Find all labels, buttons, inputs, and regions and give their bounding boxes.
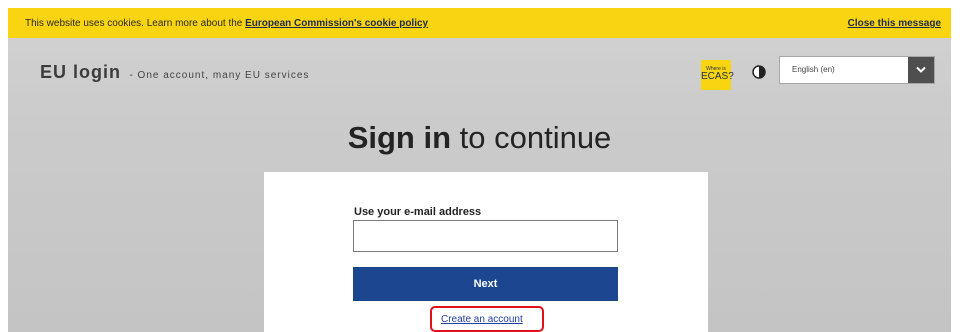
contrast-icon[interactable] [752,65,766,79]
ecas-badge-text: ECAS? [701,71,734,82]
ecas-badge[interactable]: Where is ECAS? [701,60,734,90]
cookie-text-wrap: This website uses cookies. Learn more ab… [25,18,428,29]
brand-tagline: - One account, many EU services [129,70,310,81]
close-message-link[interactable]: Close this message [848,18,941,29]
cookie-banner: This website uses cookies. Learn more ab… [8,8,951,38]
page-title-rest: to continue [451,120,612,155]
language-select[interactable]: English (en) [779,56,935,84]
page-title-bold: Sign in [347,120,452,155]
chevron-down-icon [916,66,926,73]
email-label: Use your e-mail address [354,206,482,218]
next-button[interactable]: Next [353,267,618,301]
cookie-policy-link[interactable]: European Commission's cookie policy [245,18,428,29]
login-card: Use your e-mail address Next Create an a… [264,172,708,332]
email-field[interactable] [353,220,618,252]
language-selected-value: English (en) [792,65,835,74]
highlight-box [430,306,544,332]
page-frame: This website uses cookies. Learn more ab… [8,8,951,332]
page-title: Sign in to continue [8,120,951,156]
brand: EU login - One account, many EU services [40,62,309,83]
brand-name: EU login [40,62,121,82]
cookie-text: This website uses cookies. Learn more ab… [25,18,246,29]
language-dropdown-button[interactable] [908,57,934,83]
